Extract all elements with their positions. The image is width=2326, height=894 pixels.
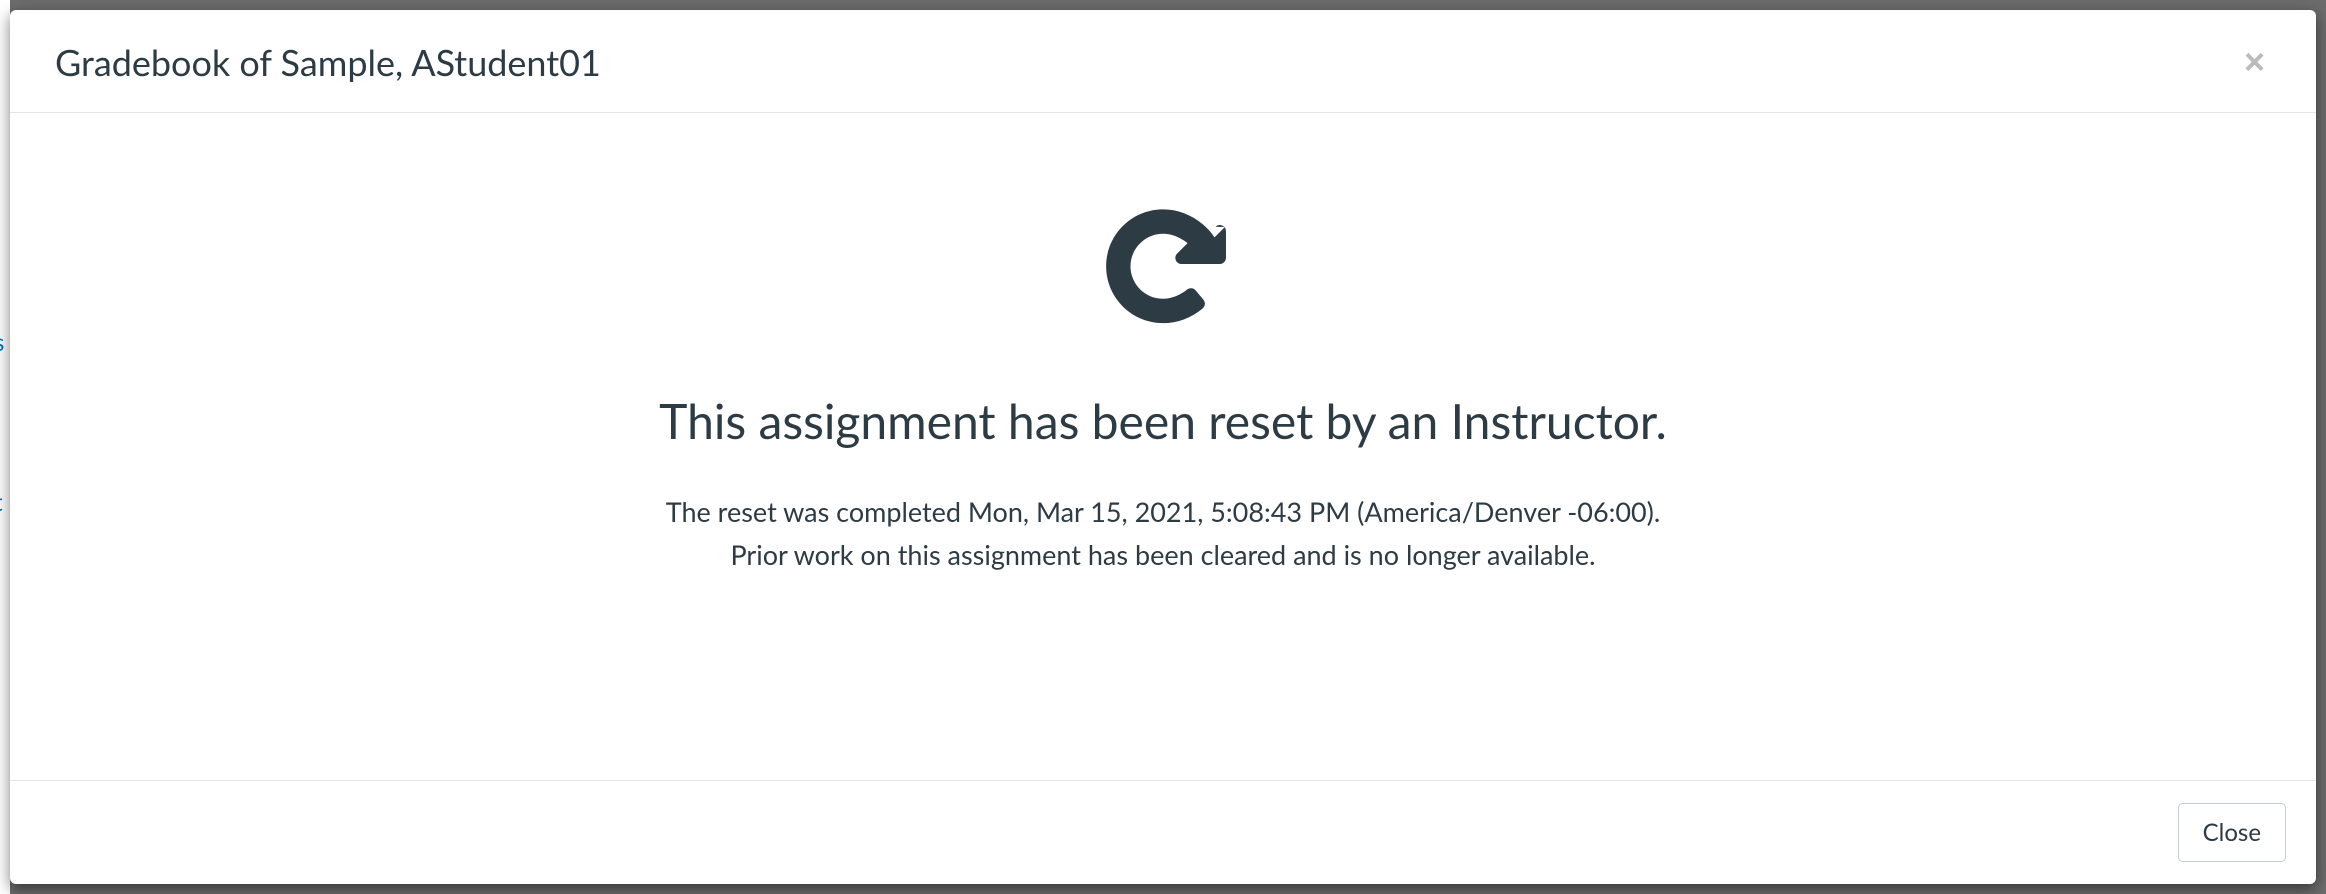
- refresh-icon-wrap: [10, 203, 2316, 333]
- modal-dialog: Gradebook of Sample, AStudent01 × This a…: [10, 10, 2316, 884]
- modal-backdrop: s t Gradebook of Sample, AStudent01 × Th…: [0, 0, 2326, 894]
- reset-cleared-line: Prior work on this assignment has been c…: [10, 533, 2316, 576]
- background-page-fragment: s t: [0, 0, 10, 894]
- close-button[interactable]: Close: [2178, 803, 2286, 862]
- close-icon[interactable]: ×: [2238, 44, 2271, 80]
- refresh-icon: [1098, 203, 1228, 333]
- modal-body: This assignment has been reset by an Ins…: [10, 113, 2316, 780]
- modal-footer: Close: [10, 780, 2316, 884]
- reset-timestamp-line: The reset was completed Mon, Mar 15, 202…: [10, 490, 2316, 533]
- reset-heading: This assignment has been reset by an Ins…: [10, 393, 2316, 450]
- modal-title: Gradebook of Sample, AStudent01: [55, 40, 601, 84]
- modal-header: Gradebook of Sample, AStudent01 ×: [10, 10, 2316, 113]
